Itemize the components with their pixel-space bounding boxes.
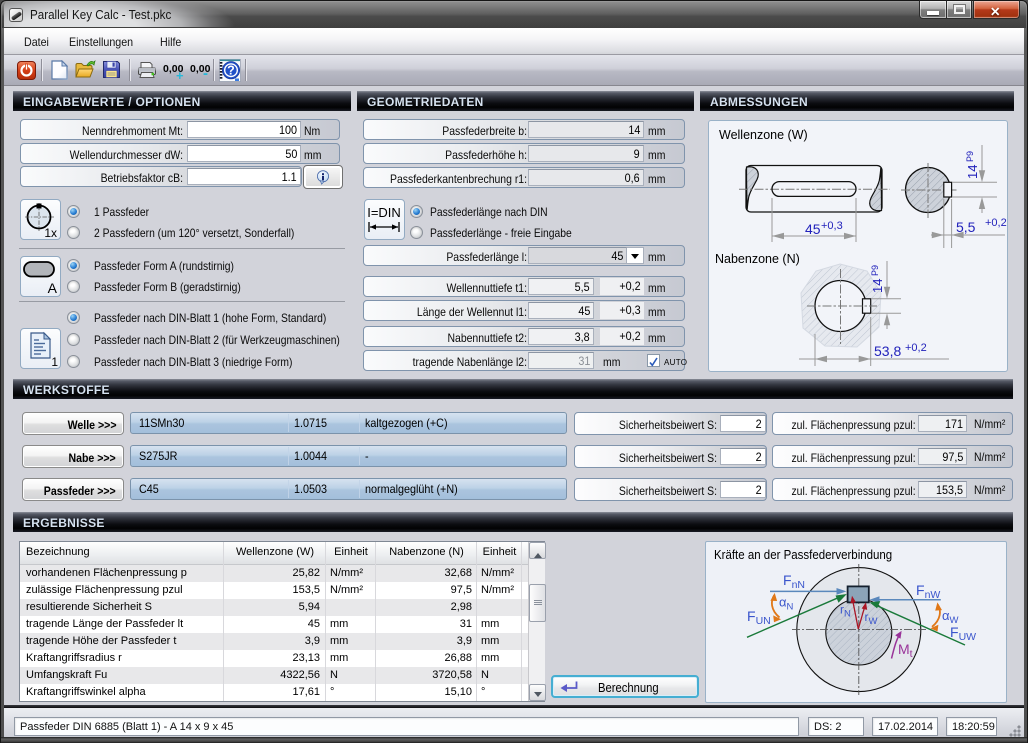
svg-text:14: 14 [870,279,885,293]
svg-text:A: A [48,280,58,296]
svg-text:αW: αW [942,608,959,626]
svg-text:P9: P9 [870,265,880,276]
svg-text:αN: αN [779,595,794,613]
svg-text:Wellenzone (W): Wellenzone (W) [719,128,808,142]
svg-text:+0,3: +0,3 [821,220,843,232]
svg-text:+0,2: +0,2 [905,342,927,354]
svg-text:FUN: FUN [747,608,771,627]
svg-text:14: 14 [965,165,980,179]
svg-text:1x: 1x [44,226,57,239]
svg-text:FnN: FnN [783,572,805,591]
svg-text:P9: P9 [965,151,975,162]
svg-text:Kräfte an der Passfederverbind: Kräfte an der Passfederverbindung [714,548,892,563]
svg-text:5,5: 5,5 [956,219,976,235]
svg-text:?: ? [227,64,235,78]
svg-text:I=DIN: I=DIN [367,205,401,220]
svg-text:45: 45 [805,221,821,237]
svg-text:Nabenzone (N): Nabenzone (N) [715,252,800,266]
svg-text:+0,2: +0,2 [985,217,1007,229]
svg-text:53,8: 53,8 [874,343,901,359]
svg-text:1: 1 [51,355,58,368]
svg-text:FnW: FnW [916,582,940,601]
